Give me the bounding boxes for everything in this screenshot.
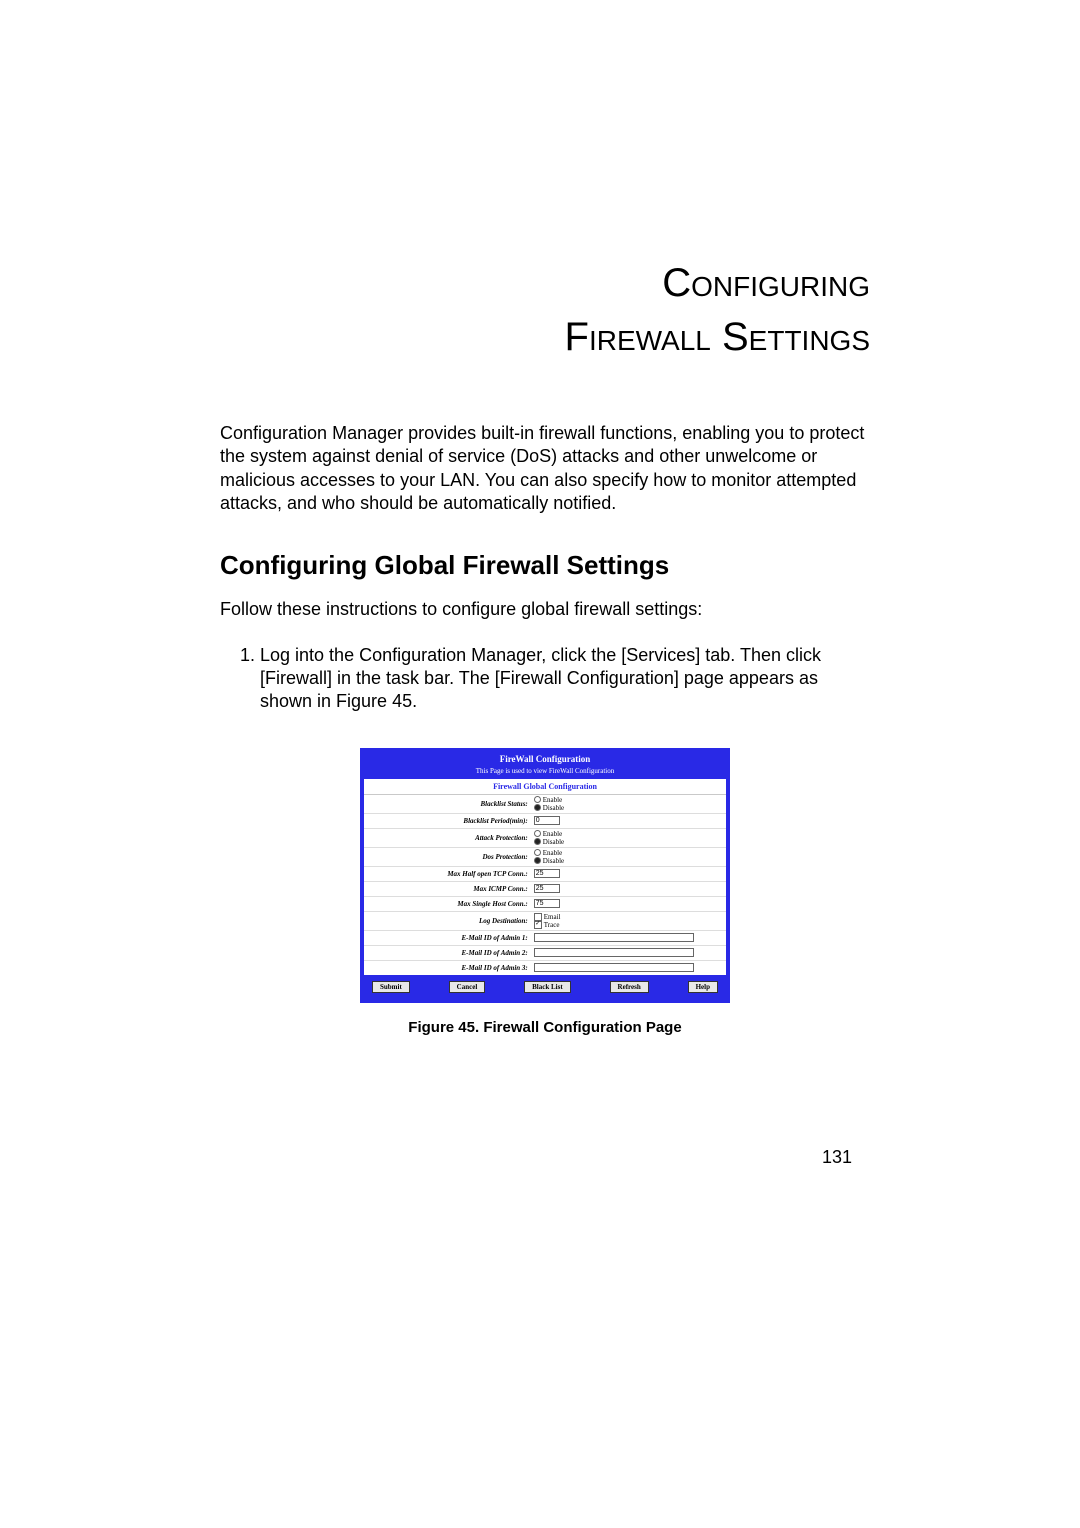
shot-title: FireWall Configuration	[364, 752, 726, 767]
blacklist-disable-radio[interactable]	[534, 804, 541, 811]
help-button[interactable]: Help	[688, 981, 718, 993]
dos-disable-radio[interactable]	[534, 857, 541, 864]
email1-input[interactable]	[534, 933, 694, 942]
email3-label: E-Mail ID of Admin 3:	[364, 964, 534, 972]
max-icmp-label: Max ICMP Conn.:	[364, 885, 534, 893]
dos-enable-label: Enable	[543, 849, 562, 857]
attack-disable-label: Disable	[543, 838, 564, 846]
email1-label: E-Mail ID of Admin 1:	[364, 934, 534, 942]
log-dest-label: Log Destination:	[364, 917, 534, 925]
row-blacklist-period: Blacklist Period(min):	[364, 814, 726, 829]
enable-label: Enable	[543, 796, 562, 804]
section-heading: Configuring Global Firewall Settings	[220, 550, 870, 581]
max-icmp-input[interactable]	[534, 884, 560, 893]
page-number: 131	[822, 1147, 852, 1168]
max-single-input[interactable]	[534, 899, 560, 908]
cancel-button[interactable]: Cancel	[449, 981, 486, 993]
chapter-title: Configuring Firewall Settings	[220, 0, 870, 404]
dos-enable-radio[interactable]	[534, 849, 541, 856]
log-email-check[interactable]	[534, 913, 542, 921]
log-email-label: Email	[544, 913, 561, 921]
intro-paragraph: Configuration Manager provides built-in …	[220, 422, 870, 516]
blacklist-period-input[interactable]	[534, 816, 560, 825]
row-dos-protection: Dos Protection: Enable Disable	[364, 848, 726, 867]
attack-enable-radio[interactable]	[534, 830, 541, 837]
blacklist-enable-radio[interactable]	[534, 796, 541, 803]
row-max-single: Max Single Host Conn.:	[364, 897, 726, 912]
shot-subtitle: This Page is used to view FireWall Confi…	[364, 767, 726, 779]
max-half-tcp-input[interactable]	[534, 869, 560, 878]
shot-panel: Firewall Global Configuration Blacklist …	[364, 779, 726, 975]
step-1-text: Log into the Configuration Manager, clic…	[260, 645, 821, 712]
blacklist-period-label: Blacklist Period(min):	[364, 817, 534, 825]
dos-protection-label: Dos Protection:	[364, 853, 534, 861]
disable-label: Disable	[543, 804, 564, 812]
row-max-half-tcp: Max Half open TCP Conn.:	[364, 867, 726, 882]
email3-input[interactable]	[534, 963, 694, 972]
dos-disable-label: Disable	[543, 857, 564, 865]
max-single-label: Max Single Host Conn.:	[364, 900, 534, 908]
instructions-intro: Follow these instructions to configure g…	[220, 599, 870, 620]
log-trace-check[interactable]	[534, 921, 542, 929]
submit-button[interactable]: Submit	[372, 981, 410, 993]
blacklist-button[interactable]: Black List	[524, 981, 571, 993]
refresh-button[interactable]: Refresh	[610, 981, 649, 993]
row-log-destination: Log Destination: Email Trace	[364, 912, 726, 931]
global-config-header: Firewall Global Configuration	[364, 779, 726, 795]
row-blacklist-status: Blacklist Status: Enable Disable	[364, 795, 726, 814]
row-attack-protection: Attack Protection: Enable Disable	[364, 829, 726, 848]
attack-enable-label: Enable	[543, 830, 562, 838]
row-email-2: E-Mail ID of Admin 2:	[364, 946, 726, 961]
steps-list: Log into the Configuration Manager, clic…	[220, 644, 870, 714]
max-half-tcp-label: Max Half open TCP Conn.:	[364, 870, 534, 878]
row-email-3: E-Mail ID of Admin 3:	[364, 961, 726, 975]
figure-caption: Figure 45. Firewall Configuration Page	[360, 1019, 730, 1036]
button-row: Submit Cancel Black List Refresh Help	[364, 975, 726, 999]
step-1: Log into the Configuration Manager, clic…	[260, 644, 870, 714]
log-trace-label: Trace	[544, 921, 560, 929]
row-email-1: E-Mail ID of Admin 1:	[364, 931, 726, 946]
attack-protection-label: Attack Protection:	[364, 834, 534, 842]
firewall-config-screenshot: FireWall Configuration This Page is used…	[360, 748, 730, 1003]
figure-45: FireWall Configuration This Page is used…	[360, 748, 730, 1036]
row-max-icmp: Max ICMP Conn.:	[364, 882, 726, 897]
chapter-line-2: Firewall Settings	[220, 310, 870, 364]
email2-label: E-Mail ID of Admin 2:	[364, 949, 534, 957]
blacklist-status-label: Blacklist Status:	[364, 800, 534, 808]
attack-disable-radio[interactable]	[534, 838, 541, 845]
email2-input[interactable]	[534, 948, 694, 957]
chapter-line-1: Configuring	[220, 256, 870, 310]
